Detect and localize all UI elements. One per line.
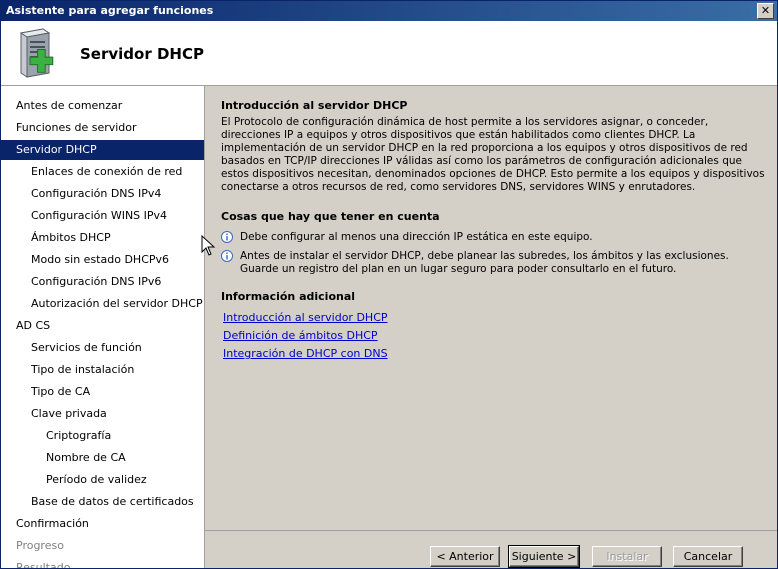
sidebar-step-item[interactable]: Modo sin estado DHCPv6 bbox=[1, 250, 204, 270]
intro-title: Introducción al servidor DHCP bbox=[221, 99, 408, 112]
add-roles-wizard-window: Asistente para agregar funciones ✕ Servi… bbox=[0, 0, 778, 569]
server-add-icon bbox=[19, 28, 54, 78]
note-static-ip: Debe configurar al menos una dirección I… bbox=[240, 231, 593, 243]
title-bar[interactable]: Asistente para agregar funciones ✕ bbox=[1, 1, 777, 21]
link-dhcp-scopes[interactable]: Definición de ámbitos DHCP bbox=[223, 329, 378, 342]
back-button[interactable]: < Anterior bbox=[430, 546, 500, 567]
sidebar-step-item[interactable]: Ámbitos DHCP bbox=[1, 228, 204, 248]
sidebar-step-item[interactable]: Funciones de servidor bbox=[1, 118, 204, 138]
notes-title: Cosas que hay que tener en cuenta bbox=[221, 210, 440, 223]
sidebar-step-label: Clave privada bbox=[31, 407, 107, 420]
install-button[interactable]: Instalar bbox=[592, 546, 662, 567]
sidebar-step-label: Servicios de función bbox=[31, 341, 142, 354]
sidebar-step-item[interactable]: Autorización del servidor DHCP bbox=[1, 294, 204, 314]
sidebar-step-item[interactable]: Resultado bbox=[1, 558, 204, 568]
sidebar-step-label: Enlaces de conexión de red bbox=[31, 165, 183, 178]
wizard-footer: < Anterior Siguiente > Instalar Cancelar bbox=[205, 530, 777, 568]
sidebar-step-label: Modo sin estado DHCPv6 bbox=[31, 253, 170, 266]
sidebar-step-label: Período de validez bbox=[46, 473, 147, 486]
wizard-steps-sidebar: Antes de comenzar Funciones de servidor Se… bbox=[1, 86, 205, 568]
sidebar-step-label: Progreso bbox=[16, 539, 64, 552]
sidebar-step-label: Configuración WINS IPv4 bbox=[31, 209, 168, 222]
sidebar-step-label: Base de datos de certificados bbox=[31, 495, 194, 508]
mouse-pointer-icon bbox=[201, 235, 216, 256]
sidebar-step-label: Resultado bbox=[16, 561, 71, 568]
sidebar-step-item[interactable]: Base de datos de certificados bbox=[1, 492, 204, 512]
sidebar-step-item[interactable]: AD CS bbox=[1, 316, 204, 336]
sidebar-step-label: Tipo de instalación bbox=[31, 363, 135, 376]
sidebar-step-item[interactable]: Tipo de instalación bbox=[1, 360, 204, 380]
next-button[interactable]: Siguiente > bbox=[508, 545, 580, 568]
more-info-title: Información adicional bbox=[221, 290, 356, 303]
link-dhcp-dns[interactable]: Integración de DHCP con DNS bbox=[223, 347, 388, 360]
info-icon bbox=[221, 250, 233, 262]
close-button[interactable]: ✕ bbox=[757, 3, 774, 19]
window-title: Asistente para agregar funciones bbox=[6, 4, 214, 17]
sidebar-step-label: Configuración DNS IPv6 bbox=[31, 275, 162, 288]
sidebar-step-label: Ámbitos DHCP bbox=[31, 231, 111, 244]
sidebar-step-label: AD CS bbox=[16, 319, 51, 332]
sidebar-step-item[interactable]: Tipo de CA bbox=[1, 382, 204, 402]
sidebar-step-label: Confirmación bbox=[16, 517, 89, 530]
sidebar-step-label: Funciones de servidor bbox=[16, 121, 137, 134]
sidebar-step-item[interactable]: Servicios de función bbox=[1, 338, 204, 358]
sidebar-step-item[interactable]: Progreso bbox=[1, 536, 204, 556]
sidebar-step-label: Autorización del servidor DHCP bbox=[31, 297, 203, 310]
sidebar-step-item[interactable]: Enlaces de conexión de red bbox=[1, 162, 204, 182]
sidebar-step-item[interactable]: Antes de comenzar bbox=[1, 96, 204, 116]
sidebar-step-item[interactable]: Nombre de CA bbox=[1, 448, 204, 468]
cancel-button[interactable]: Cancelar bbox=[673, 546, 743, 567]
sidebar-step-item[interactable]: Período de validez bbox=[1, 470, 204, 490]
sidebar-step-label: Criptografía bbox=[46, 429, 112, 442]
intro-text: El Protocolo de configuración dinámica d… bbox=[221, 116, 765, 193]
info-icon bbox=[221, 231, 233, 243]
sidebar-step-item[interactable]: Servidor DHCP bbox=[1, 140, 204, 160]
sidebar-step-item[interactable]: Configuración DNS IPv4 bbox=[1, 184, 204, 204]
sidebar-step-item[interactable]: Clave privada bbox=[1, 404, 204, 424]
sidebar-step-item[interactable]: Configuración WINS IPv4 bbox=[1, 206, 204, 226]
sidebar-step-label: Servidor DHCP bbox=[16, 143, 97, 156]
sidebar-step-item[interactable]: Criptografía bbox=[1, 426, 204, 446]
sidebar-step-label: Nombre de CA bbox=[46, 451, 126, 464]
sidebar-step-label: Tipo de CA bbox=[31, 385, 91, 398]
link-dhcp-intro[interactable]: Introducción al servidor DHCP bbox=[223, 311, 388, 324]
note-plan-scopes: Antes de instalar el servidor DHCP, debe… bbox=[240, 250, 729, 275]
wizard-content: Introducción al servidor DHCP El Protoco… bbox=[205, 86, 777, 530]
sidebar-step-label: Antes de comenzar bbox=[16, 99, 123, 112]
page-heading: Servidor DHCP bbox=[80, 45, 204, 63]
wizard-header: Servidor DHCP bbox=[1, 21, 777, 86]
sidebar-step-item[interactable]: Confirmación bbox=[1, 514, 204, 534]
sidebar-step-item[interactable]: Configuración DNS IPv6 bbox=[1, 272, 204, 292]
sidebar-step-label: Configuración DNS IPv4 bbox=[31, 187, 162, 200]
